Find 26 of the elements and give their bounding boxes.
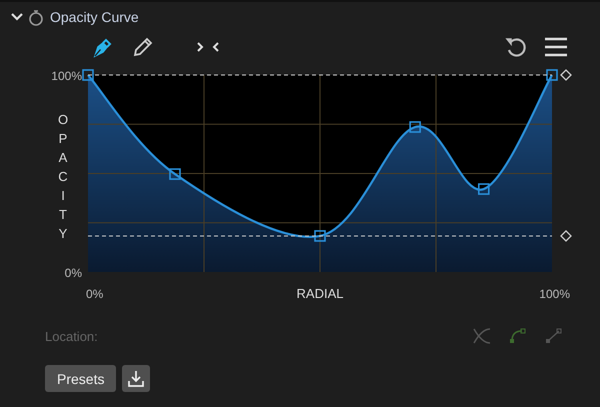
- level-handle-icon[interactable]: [560, 230, 572, 242]
- control-point-handle[interactable]: [169, 168, 181, 180]
- curve-handle-icon[interactable]: [508, 327, 528, 345]
- line-handle-icon[interactable]: [544, 327, 564, 345]
- y-axis-title: OPACITY: [58, 112, 68, 241]
- presets-button[interactable]: Presets: [45, 365, 116, 392]
- chevron-icon[interactable]: [10, 12, 24, 22]
- x-tick-label: 100%: [539, 287, 570, 301]
- download-button[interactable]: [122, 365, 150, 392]
- x-axis-title: RADIAL: [296, 286, 344, 301]
- pencil-tool-icon[interactable]: [131, 35, 155, 59]
- stopwatch-icon[interactable]: [28, 8, 44, 26]
- download-icon: [127, 370, 146, 388]
- control-point-handle[interactable]: [314, 230, 326, 242]
- x-tick-label: 0%: [86, 287, 104, 301]
- level-handle-icon[interactable]: [560, 69, 572, 81]
- menu-icon[interactable]: [544, 36, 568, 58]
- control-point-handle[interactable]: [546, 69, 558, 81]
- control-point-handle[interactable]: [478, 183, 490, 195]
- panel-title: Opacity Curve: [50, 9, 139, 25]
- location-label: Location:: [45, 328, 98, 344]
- collapse-arrows-icon[interactable]: [195, 40, 221, 54]
- y-tick-label: 100%: [51, 69, 82, 83]
- control-point-handle[interactable]: [82, 69, 94, 81]
- y-tick-label: 0%: [64, 266, 82, 280]
- control-point-handle[interactable]: [409, 121, 421, 133]
